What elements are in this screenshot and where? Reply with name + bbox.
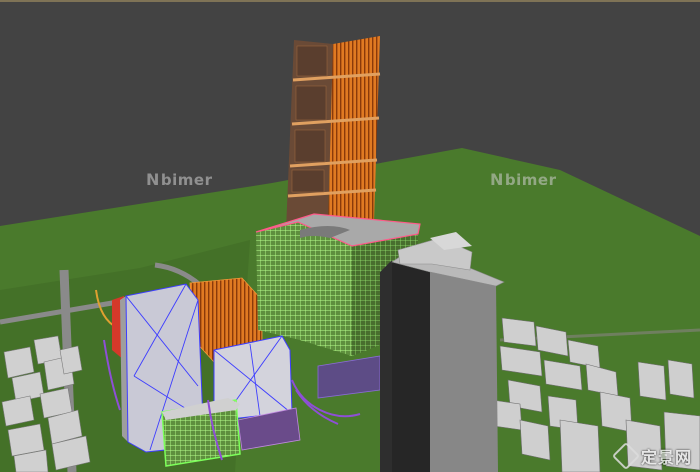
city-model-render — [0, 0, 700, 472]
grey-tower-left-face — [392, 262, 430, 472]
grey-tower-front-face — [430, 272, 498, 472]
main-tower-windows — [291, 45, 328, 193]
3d-viewport[interactable]: Nbimer Nbimer 定景网 — [0, 0, 700, 472]
main-tower-face — [328, 36, 380, 226]
watermark-right: Nbimer — [490, 170, 557, 189]
site-stamp-text: 定景网 — [640, 448, 692, 467]
grey-tower-side — [380, 260, 392, 472]
site-stamp: 定景网 — [611, 441, 692, 471]
watermark-left: Nbimer — [146, 170, 213, 189]
logo-icon — [611, 441, 641, 471]
